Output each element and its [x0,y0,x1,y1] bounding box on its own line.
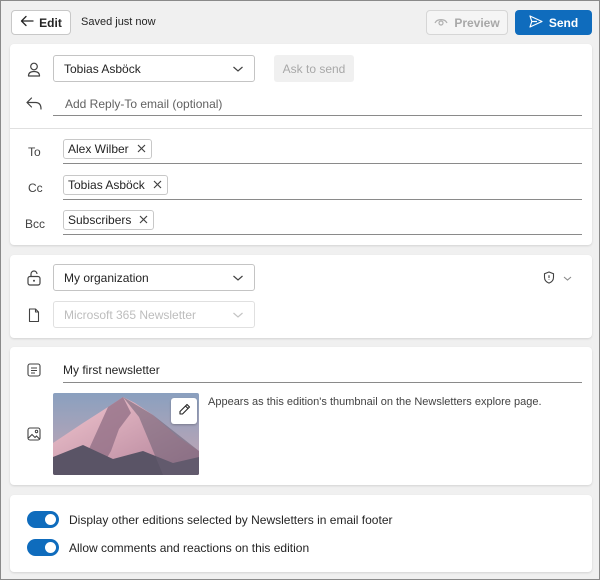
edit-button[interactable]: Edit [11,10,71,35]
toggle-knob [45,542,56,553]
image-icon [26,426,42,442]
title-input[interactable]: My first newsletter [63,358,582,383]
bcc-chip[interactable]: Subscribers [63,210,155,230]
title-value: My first newsletter [63,363,160,377]
reply-to-placeholder: Add Reply-To email (optional) [65,96,223,111]
preview-button[interactable]: Preview [426,10,508,35]
visibility-value: My organization [64,270,149,285]
to-field-underline[interactable] [63,163,582,164]
newsletter-dropdown[interactable]: Microsoft 365 Newsletter [53,301,255,328]
save-status: Saved just now [81,16,156,28]
sensitivity-menu[interactable] [543,271,572,287]
edit-thumbnail-button[interactable] [171,398,197,424]
eye-icon [434,16,448,30]
send-button-label: Send [548,15,579,30]
ask-to-send-button[interactable]: Ask to send [274,55,354,82]
edit-button-label: Edit [39,15,62,30]
chevron-down-icon [232,63,244,75]
footer-editions-label: Display other editions selected by Newsl… [69,513,393,527]
bcc-field-underline[interactable] [63,234,582,235]
close-icon[interactable] [153,178,162,192]
newsletter-value: Microsoft 365 Newsletter [64,307,197,322]
top-toolbar: Edit Saved just now Preview Send [1,1,599,44]
pencil-icon [178,403,191,419]
thumbnail-description: Appears as this edition's thumbnail on t… [208,396,542,408]
newsletter-editor: Edit Saved just now Preview Send Tobias … [0,0,600,580]
comments-label: Allow comments and reactions on this edi… [69,541,310,555]
send-button[interactable]: Send [515,10,592,35]
cc-field-underline[interactable] [63,199,582,200]
content-card: My first newsletter Appears as this edit… [10,347,592,485]
reply-icon [26,95,42,111]
reply-to-input[interactable]: Add Reply-To email (optional) [53,92,582,116]
back-arrow-icon [20,14,34,31]
bcc-label: Bcc [25,217,46,231]
from-dropdown[interactable]: Tobias Asböck [53,55,255,82]
shield-icon [543,271,555,287]
ask-to-send-label: Ask to send [282,61,346,76]
from-value: Tobias Asböck [64,61,141,76]
section-divider [10,128,592,129]
options-card: Display other editions selected by Newsl… [10,495,592,572]
preview-button-label: Preview [454,15,500,30]
send-icon [529,14,543,31]
close-icon[interactable] [139,213,148,227]
chevron-down-icon [232,272,244,284]
person-icon [26,61,42,77]
toggle-knob [45,514,56,525]
sender-recipients-card: Tobias Asböck Ask to send Add Reply-To e… [10,44,592,245]
close-icon[interactable] [137,142,146,156]
audience-card: My organization Microsoft 365 Newsletter [10,255,592,338]
comments-toggle[interactable] [27,539,59,556]
cc-label: Cc [28,181,43,195]
bcc-chip-label: Subscribers [68,213,132,227]
cc-chip[interactable]: Tobias Asböck [63,175,168,195]
to-label: To [28,145,41,159]
lock-icon [26,270,42,286]
document-icon [26,307,42,323]
cc-chip-label: Tobias Asböck [68,178,145,192]
chevron-down-icon [232,309,244,321]
visibility-dropdown[interactable]: My organization [53,264,255,291]
to-chip-label: Alex Wilber [68,142,129,156]
text-icon [26,362,42,378]
footer-editions-toggle[interactable] [27,511,59,528]
to-chip[interactable]: Alex Wilber [63,139,152,159]
chevron-down-icon [563,272,572,286]
